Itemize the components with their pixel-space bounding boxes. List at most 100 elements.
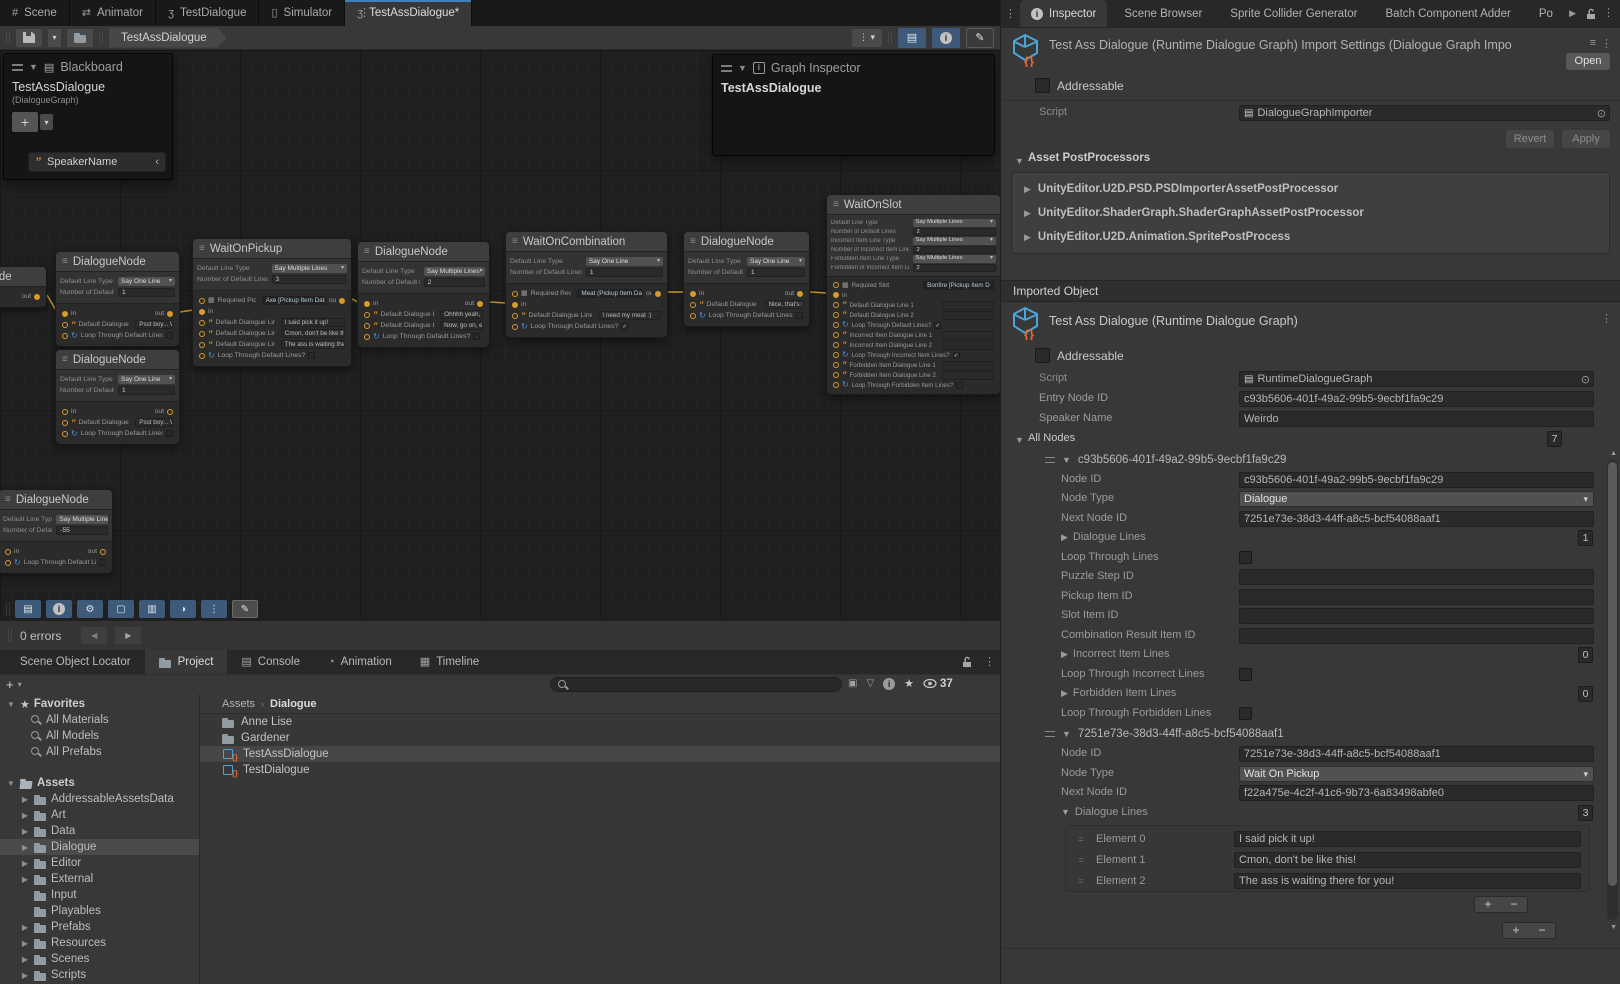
pickup-item-id-field[interactable] [1239, 589, 1594, 605]
pen-tool-button[interactable]: ✎ [232, 600, 258, 618]
toggle-graph-inspector-button[interactable] [932, 28, 960, 48]
foldout-icon[interactable]: ▶ [20, 971, 30, 980]
node-text-field[interactable]: Psst boy... W [135, 320, 173, 329]
port-icon[interactable] [833, 352, 839, 358]
panel-tab[interactable]: Project [145, 650, 228, 674]
graph-node-dialogue-1[interactable]: ≡DialogueNodeDefault Line TypeSay One Li… [55, 251, 180, 347]
node-property-dropdown[interactable]: Say Multiple Lines▾ [424, 267, 485, 276]
port-icon[interactable] [62, 322, 68, 328]
panel-tab[interactable]: Scene Object Locator [0, 650, 145, 674]
node-checkbox[interactable] [308, 352, 315, 359]
node-property-dropdown[interactable]: Say Multiple Lines▾ [56, 515, 108, 524]
port-icon[interactable] [199, 320, 205, 326]
foldout-icon[interactable]: ▼ [1062, 455, 1071, 465]
drag-handle-icon[interactable] [721, 65, 732, 72]
port-icon[interactable] [512, 291, 518, 297]
create-asset-dropdown[interactable]: ▾ [18, 680, 22, 689]
node-checkbox[interactable] [166, 332, 173, 339]
foldout-icon[interactable]: ▼ [1015, 435, 1024, 445]
node-checkbox[interactable] [796, 312, 803, 319]
add-property-button[interactable]: + [12, 112, 38, 132]
collapse-chevron-icon[interactable]: ▼ [738, 63, 747, 73]
port-icon[interactable] [512, 324, 518, 330]
foldout-icon[interactable]: ▶ [1024, 184, 1031, 195]
next-error-button[interactable]: ▶ [115, 627, 141, 644]
expand-chevron-icon[interactable]: ‹ [155, 156, 159, 168]
node-title-bar[interactable]: ≡DialogueNode [0, 490, 112, 510]
inspector-tab[interactable]: Scene Browser [1107, 0, 1213, 27]
graph-canvas[interactable]: ▼ ▤ Blackboard TestAssDialogue (Dialogue… [0, 50, 1001, 620]
header-kebab-icon[interactable]: ⋮ [1601, 37, 1612, 50]
puzzle-step-id-field[interactable] [1239, 569, 1594, 585]
settings-tool-button[interactable]: ⚙ [77, 600, 103, 618]
entry-node-field[interactable]: c93b5606-401f-49a2-99b5-9ecbf1fa9c29 [1239, 391, 1594, 407]
port-icon[interactable] [199, 298, 205, 304]
port-icon[interactable] [364, 312, 370, 318]
tree-item[interactable]: ▶ Resources [0, 935, 199, 951]
node-text-field[interactable] [942, 331, 994, 340]
node-title-bar[interactable]: ≡StartNode [0, 267, 46, 287]
favorites-item[interactable]: All Materials [0, 712, 199, 728]
graph-node-wait-on-combination[interactable]: ≡WaitOnCombinationDefault Line TypeSay O… [505, 231, 668, 338]
inspector-tab[interactable]: Po [1522, 0, 1564, 27]
tree-item[interactable]: ▶ Art [0, 807, 199, 823]
drag-handle-icon[interactable]: = [1066, 855, 1096, 865]
document-tab[interactable]: Scene [0, 0, 70, 26]
document-tab[interactable]: Simulator [259, 0, 345, 26]
revert-button[interactable]: Revert [1506, 130, 1554, 148]
node-property-dropdown[interactable]: Say Multiple Lines▾ [913, 237, 996, 245]
edge-wire[interactable] [490, 302, 506, 303]
filter-icon[interactable]: ▽ [866, 678, 874, 689]
node2-header[interactable]: ▼ 7251e73e-38d3-44ff-a8c5-bcf54088aaf1 [1045, 728, 1284, 740]
element-field[interactable]: The ass is waiting there for you! [1234, 873, 1581, 889]
drag-handle-icon[interactable] [6, 31, 10, 44]
foldout-icon[interactable]: ▶ [20, 843, 30, 852]
node-text-field[interactable]: Cmon, don't be like this! [281, 329, 345, 338]
document-tab[interactable]: TestDialogue [156, 0, 259, 26]
port-icon[interactable] [364, 301, 370, 307]
graph-node-dialogue-5[interactable]: ≡DialogueNodeDefault Line TypeSay Multip… [0, 489, 113, 574]
node-title-bar[interactable]: ≡DialogueNode [56, 252, 179, 272]
node-object-field[interactable]: Axe [Pickup Item Datab [262, 296, 326, 305]
port-icon[interactable] [833, 302, 839, 308]
port-icon[interactable] [199, 353, 205, 359]
node-checkbox[interactable]: ✓ [621, 323, 628, 330]
node-checkbox[interactable]: ✓ [953, 352, 960, 359]
tree-item[interactable]: ▶ Data [0, 823, 199, 839]
blackboard-panel[interactable]: ▼ ▤ Blackboard TestAssDialogue (Dialogue… [3, 53, 173, 180]
inspector-tab[interactable]: Inspector [1020, 0, 1107, 27]
foldout-icon[interactable]: ▶ [20, 859, 30, 868]
apply-button[interactable]: Apply [1562, 130, 1610, 148]
foldout-icon[interactable]: ▶ [1061, 688, 1068, 698]
port-icon[interactable] [477, 301, 483, 307]
node-text-field[interactable] [942, 371, 994, 380]
node-object-field[interactable]: Meat (Pickup Item Data) [577, 289, 643, 298]
node-title-bar[interactable]: ≡WaitOnCombination [506, 232, 667, 252]
graph-node-dialogue-3[interactable]: ≡DialogueNodeDefault Line TypeSay Multip… [357, 241, 490, 348]
node-title-bar[interactable]: ≡DialogueNode [358, 242, 489, 262]
graph-node-wait-on-pickup[interactable]: ≡WaitOnPickupDefault Line TypeSay Multip… [192, 238, 352, 367]
port-icon[interactable] [199, 342, 205, 348]
port-icon[interactable] [5, 560, 11, 566]
foldout-icon[interactable]: ▶ [20, 811, 30, 820]
node-text-field[interactable]: Psst boy... W [135, 418, 173, 427]
port-icon[interactable] [833, 382, 839, 388]
object-picker-icon[interactable]: ⊙ [1581, 373, 1590, 387]
port-icon[interactable] [199, 331, 205, 337]
element-field[interactable]: I said pick it up! [1234, 831, 1581, 847]
node-property-field[interactable]: 3 [272, 275, 348, 284]
port-icon[interactable] [62, 431, 68, 437]
loop-incorrect-checkbox[interactable] [1239, 668, 1252, 681]
node-text-field[interactable] [942, 311, 994, 320]
port-icon[interactable] [62, 311, 68, 317]
node-checkbox[interactable] [473, 333, 480, 340]
port-icon[interactable] [364, 323, 370, 329]
node-type-dropdown[interactable]: Wait On Pickup [1239, 766, 1594, 782]
graph-node-dialogue-4[interactable]: ≡DialogueNodeDefault Line TypeSay One Li… [683, 231, 810, 327]
node-text-field[interactable] [942, 341, 994, 350]
node-title-bar[interactable]: ≡WaitOnSlot [827, 195, 1000, 215]
graph-options-dropdown[interactable]: ⋮ ▾ [852, 29, 882, 47]
speaker-name-field[interactable]: Weirdo [1239, 411, 1594, 427]
favorites-item[interactable]: All Models [0, 728, 199, 744]
node-property-field[interactable]: 1 [586, 268, 663, 277]
